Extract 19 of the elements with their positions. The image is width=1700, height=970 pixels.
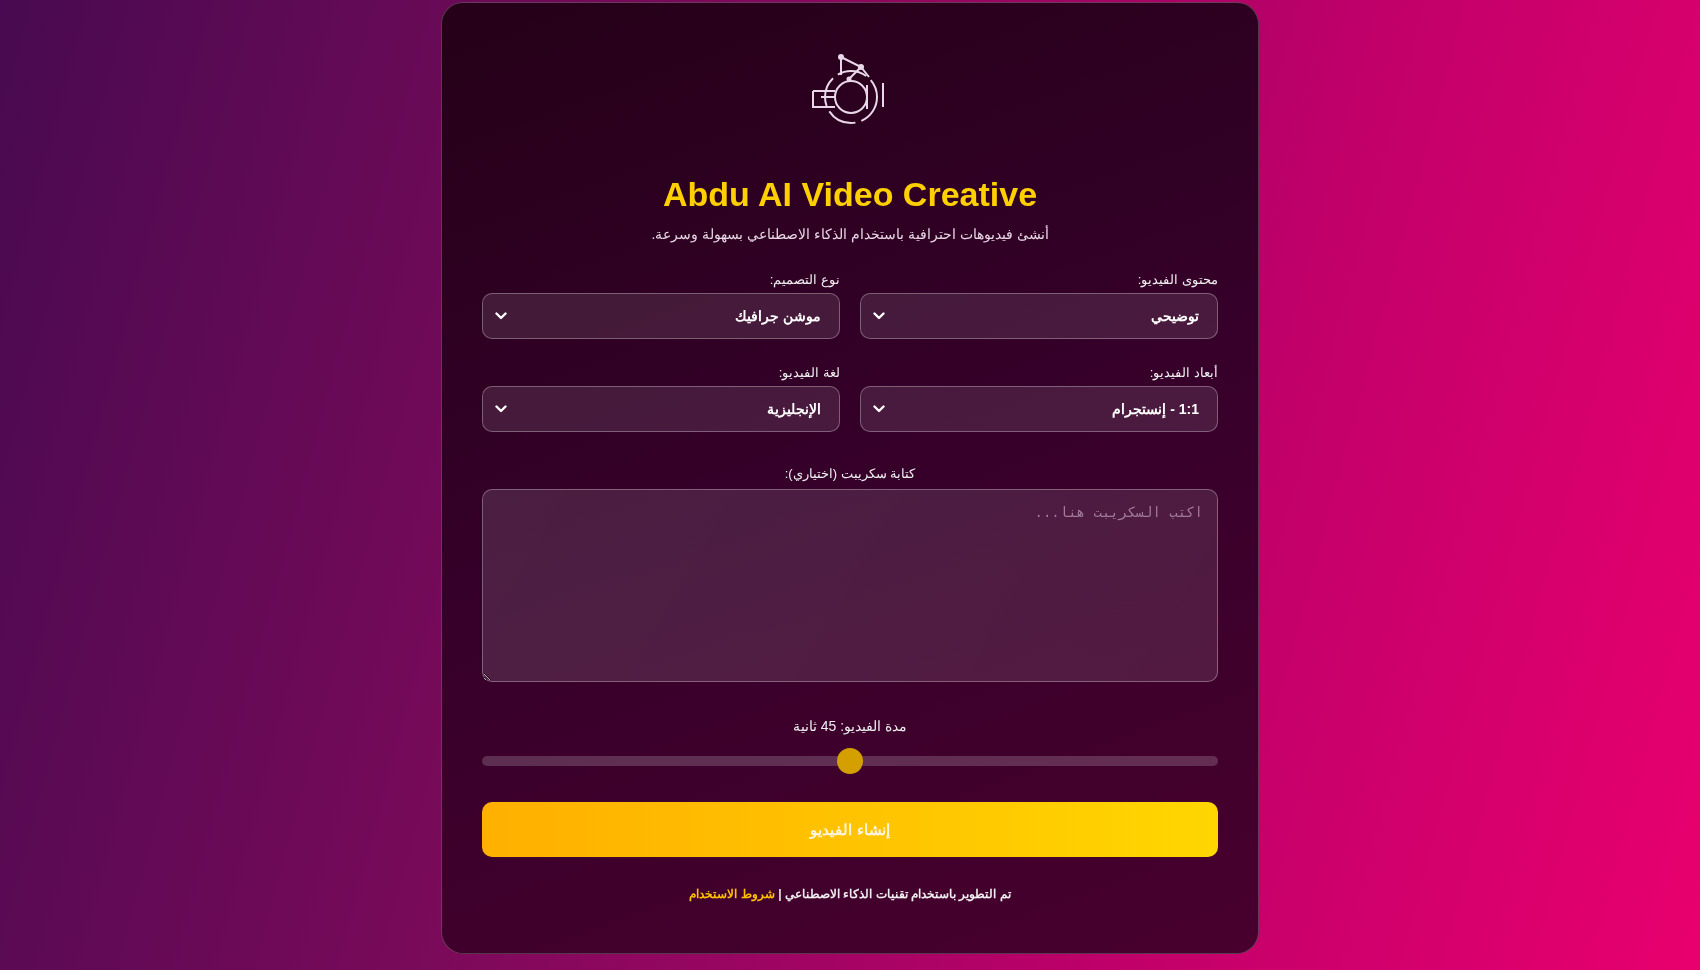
chevron-icon [873,312,885,320]
field-label: محتوى الفيديو: [1137,272,1218,287]
chevron-icon [495,405,507,413]
dropdown[interactable]: موشن جرافيك [482,293,840,339]
duration-label: مدة الفيديو: 45 ثانية [792,718,908,734]
field-label: نوع التصميم: [769,272,840,287]
dropdown[interactable]: الإنجليزية [482,386,840,432]
app-title: Abdu AI Video Creative [661,175,1039,214]
chevron-icon [873,405,885,413]
dropdown[interactable]: 1:1 - إنستجرام [860,386,1218,432]
dropdown[interactable]: توضيحي [860,293,1218,339]
field-label: كتابة سكريبت (اختياري): [784,466,916,481]
chevron-icon [495,312,507,320]
field-label: لغة الفيديو: [778,365,840,380]
subtitle: أنشئ فيديوهات احترافية باستخدام الذكاء الاصطناعي بسهولة وسرعة. [650,226,1050,242]
slider-thumb[interactable] [837,748,863,774]
terms-link[interactable]: شروط الاستخدام [689,887,775,901]
footer-text: تم التطوير باستخدام تقنيات الذكاء الاصطناعي | شروط الاستخدام [688,887,1013,901]
field-label: أبعاد الفيديو: [1149,365,1218,380]
